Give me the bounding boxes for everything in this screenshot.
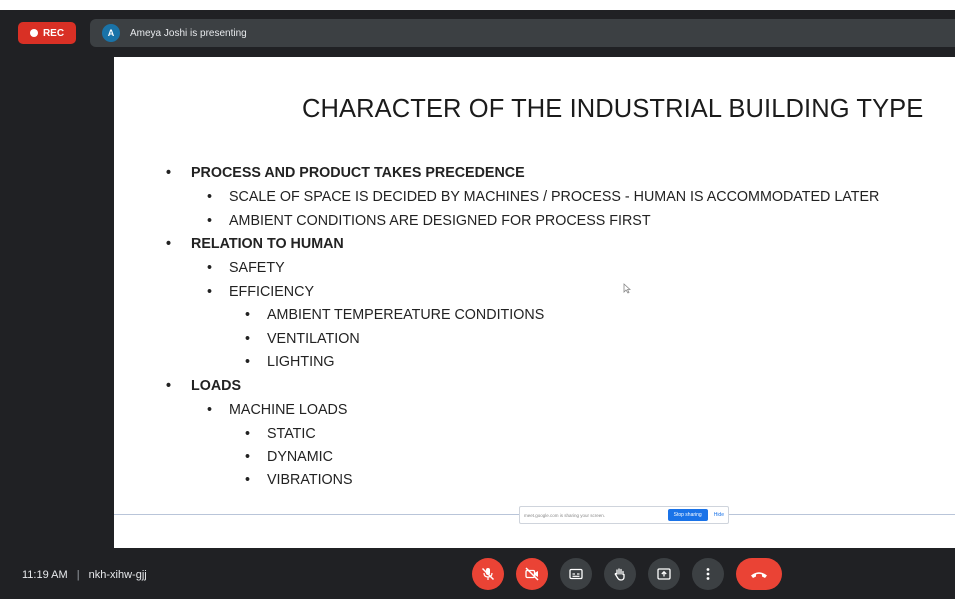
slide-title: CHARACTER OF THE INDUSTRIAL BUILDING TYP… [302,95,924,123]
stop-sharing-button[interactable]: Stop sharing [667,509,708,521]
list-item: • MACHINE LOADS [207,402,348,418]
list-item: • VIBRATIONS [245,472,353,488]
avatar: A [102,24,120,42]
captions-icon [569,568,583,580]
shared-slide: CHARACTER OF THE INDUSTRIAL BUILDING TYP… [114,57,955,548]
separator: | [76,569,80,581]
end-call-button[interactable] [736,558,782,590]
list-item: • AMBIENT CONDITIONS ARE DESIGNED FOR PRO… [207,213,651,229]
current-time: 11:19 AM [22,569,68,581]
captions-button[interactable] [560,558,592,590]
list-item: • LIGHTING [245,354,335,370]
meeting-code: nkh-xihw-gjj [88,569,147,581]
mic-toggle-button[interactable] [472,558,504,590]
more-options-button[interactable] [692,558,724,590]
end-call-icon [751,572,767,578]
list-item: • DYNAMIC [245,449,333,465]
bottom-bar: 11:19 AM | nkh-xihw-gjj [0,548,955,599]
presenter-text: Ameya Joshi is presenting [130,27,247,39]
top-strip [0,0,955,10]
list-item: • LOADS [166,378,242,394]
share-notice-text: meet.google.com is sharing your screen. [524,512,606,518]
list-item: • RELATION TO HUMAN [166,236,344,252]
present-button[interactable] [648,558,680,590]
meeting-info: 11:19 AM | nkh-xihw-gjj [22,569,147,581]
recording-badge[interactable]: REC [18,22,76,44]
list-item: • STATIC [245,426,316,442]
call-controls [472,558,782,590]
list-item: • SAFETY [207,260,285,276]
share-notification: meet.google.com is sharing your screen. … [519,506,729,524]
list-item: • EFFICIENCY [207,284,314,300]
hide-button[interactable]: Hide [714,512,724,518]
more-options-icon [706,568,710,580]
raise-hand-icon [614,568,625,581]
recording-label: REC [42,27,65,39]
presenter-bar: A Ameya Joshi is presenting [90,19,955,47]
present-screen-icon [657,568,671,580]
raise-hand-button[interactable] [604,558,636,590]
record-dot-icon [29,29,38,37]
list-item: • VENTILATION [245,331,360,347]
list-item: • AMBIENT TEMPEREATURE CONDITIONS [245,307,545,323]
camera-off-icon [525,567,539,581]
mic-off-icon [481,567,495,581]
mouse-cursor-icon [623,283,632,296]
camera-toggle-button[interactable] [516,558,548,590]
top-bar: REC A Ameya Joshi is presenting [0,0,955,56]
list-item: • PROCESS AND PRODUCT TAKES PRECEDENCE [166,165,525,181]
list-item: • SCALE OF SPACE IS DECIDED BY MACHINES /… [207,189,880,205]
